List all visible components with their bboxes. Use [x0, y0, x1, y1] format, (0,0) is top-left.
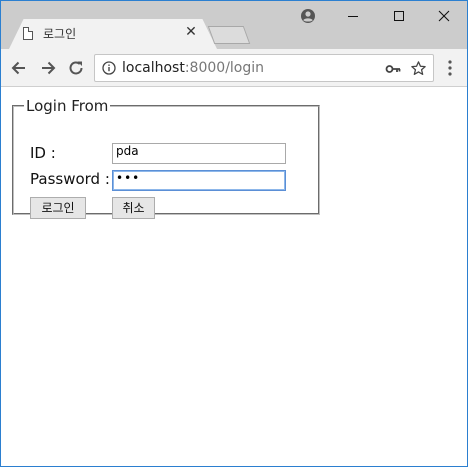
url-text[interactable]: localhost:8000/login — [122, 60, 264, 76]
password-label: Password : — [30, 170, 110, 188]
kebab-menu-icon[interactable] — [442, 59, 458, 77]
document-icon — [23, 27, 33, 40]
login-legend: Login From — [26, 97, 109, 115]
profile-icon[interactable] — [298, 6, 318, 26]
cancel-button[interactable]: 취소 — [112, 197, 155, 219]
title-bar: 로그인 ✕ — [1, 1, 467, 49]
arrow-left-icon[interactable] — [9, 58, 29, 78]
tab-title: 로그인 — [43, 27, 77, 41]
key-icon[interactable] — [385, 61, 401, 77]
login-fieldset: Login From ID : pda Password : ••• 로그인 취… — [12, 97, 320, 219]
reload-icon[interactable] — [66, 58, 86, 78]
star-icon[interactable] — [410, 60, 427, 77]
id-input[interactable]: pda — [112, 143, 286, 164]
password-input[interactable]: ••• — [112, 170, 286, 191]
browser-window: 로그인 ✕ localhost:8000/login Login From ID… — [0, 0, 468, 467]
new-tab-button[interactable] — [207, 26, 251, 44]
tab-close-icon[interactable]: ✕ — [184, 24, 198, 40]
id-label: ID : — [30, 144, 56, 162]
maximize-icon[interactable] — [389, 6, 409, 26]
arrow-right-icon[interactable] — [38, 58, 58, 78]
url-host: localhost — [122, 60, 185, 76]
browser-toolbar: localhost:8000/login — [1, 49, 467, 87]
page-content: Login From ID : pda Password : ••• 로그인 취… — [1, 88, 467, 466]
minimize-icon[interactable] — [343, 6, 363, 26]
url-path: :8000/login — [184, 60, 265, 76]
login-button[interactable]: 로그인 — [30, 197, 86, 219]
info-icon[interactable] — [102, 61, 116, 75]
address-bar[interactable]: localhost:8000/login — [94, 54, 434, 82]
window-close-icon[interactable] — [434, 6, 454, 26]
